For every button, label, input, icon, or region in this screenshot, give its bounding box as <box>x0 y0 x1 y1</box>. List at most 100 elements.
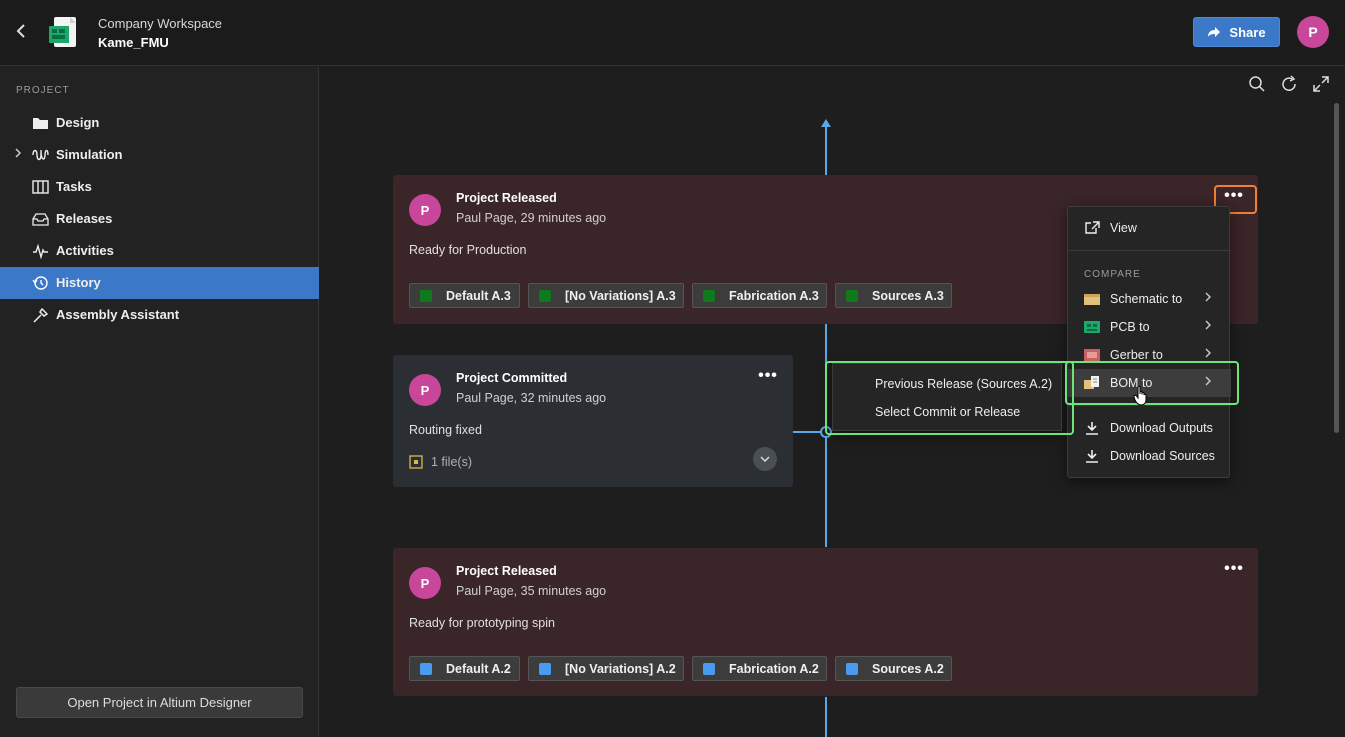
menu-item-bom[interactable]: BOM to <box>1068 369 1231 397</box>
pulse-icon <box>33 243 48 259</box>
sidebar-item-assembly-assistant[interactable]: Assembly Assistant <box>0 299 319 331</box>
download-icon <box>1086 450 1098 463</box>
more-options-icon[interactable]: ••• <box>753 368 783 391</box>
expand-chevron-icon[interactable] <box>753 447 777 471</box>
sidebar-item-label: History <box>56 275 101 290</box>
context-menu: View COMPARE Schematic to PCB to Gerber … <box>1067 206 1231 478</box>
pcb-icon <box>1084 321 1100 333</box>
release-tag[interactable]: [No Variations] A.3 <box>528 283 684 308</box>
timeline-connector <box>793 431 823 433</box>
release-card: P Project Released Paul Page, 35 minutes… <box>393 548 1258 696</box>
files-indicator[interactable]: 1 file(s) <box>409 455 472 469</box>
tag-swatch <box>420 290 432 302</box>
tag-label: Default A.2 <box>446 661 511 676</box>
fullscreen-icon[interactable] <box>1312 75 1330 93</box>
event-title: Project Committed <box>456 371 568 385</box>
sidebar-item-design[interactable]: Design <box>0 107 319 139</box>
tag-label: Sources A.3 <box>872 288 944 303</box>
menu-item-label: Schematic to <box>1110 292 1183 306</box>
chevron-right-icon <box>1204 375 1212 390</box>
release-tag[interactable]: Default A.3 <box>409 283 520 308</box>
menu-item-download-outputs[interactable]: Download Outputs <box>1068 414 1231 442</box>
menu-item-label: Download Outputs <box>1110 421 1213 435</box>
top-bar: Company Workspace Kame_FMU Share P <box>0 0 1345 66</box>
chevron-right-icon <box>1204 347 1212 362</box>
sidebar-item-label: Simulation <box>56 147 123 162</box>
timeline-line <box>825 697 827 737</box>
release-tag[interactable]: [No Variations] A.2 <box>528 656 684 681</box>
release-tag[interactable]: Fabrication A.2 <box>692 656 827 681</box>
menu-item-gerber[interactable]: Gerber to <box>1068 341 1231 369</box>
avatar: P <box>409 194 441 226</box>
back-chevron-icon[interactable] <box>14 22 34 42</box>
sidebar-item-label: Activities <box>56 243 114 258</box>
release-tag[interactable]: Fabrication A.3 <box>692 283 827 308</box>
tag-label: [No Variations] A.2 <box>565 661 676 676</box>
menu-item-label: Download Sources <box>1110 449 1215 463</box>
history-canvas: P Project Released Paul Page, 29 minutes… <box>320 67 1345 737</box>
event-title: Project Released <box>456 564 557 578</box>
inbox-icon <box>32 213 49 226</box>
sidebar-item-simulation[interactable]: Simulation <box>0 139 319 171</box>
sidebar-item-label: Releases <box>56 211 113 226</box>
tag-swatch <box>846 663 858 675</box>
file-icon <box>409 455 423 469</box>
tag-label: Fabrication A.2 <box>729 661 819 676</box>
release-tag[interactable]: Default A.2 <box>409 656 520 681</box>
project-board-icon <box>46 15 80 49</box>
timeline-line <box>825 125 827 175</box>
tag-label: Fabrication A.3 <box>729 288 819 303</box>
tag-swatch <box>539 290 551 302</box>
event-description: Routing fixed <box>409 423 482 437</box>
chevron-right-icon[interactable] <box>14 147 22 162</box>
sidebar-item-releases[interactable]: Releases <box>0 203 319 235</box>
history-icon <box>32 276 48 290</box>
bom-submenu: Previous Release (Sources A.2) Select Co… <box>832 363 1062 431</box>
event-subtitle: Paul Page, 35 minutes ago <box>456 584 607 598</box>
event-subtitle: Paul Page, 29 minutes ago <box>456 211 607 225</box>
tag-swatch <box>539 663 551 675</box>
project-name: Kame_FMU <box>98 35 169 50</box>
submenu-item-previous-release[interactable]: Previous Release (Sources A.2) <box>833 370 1063 398</box>
tag-label: [No Variations] A.3 <box>565 288 676 303</box>
event-description: Ready for prototyping spin <box>409 616 555 630</box>
chevron-right-icon <box>1204 291 1212 306</box>
avatar: P <box>409 567 441 599</box>
event-subtitle: Paul Page, 32 minutes ago <box>456 391 607 405</box>
menu-item-download-sources[interactable]: Download Sources <box>1068 442 1231 470</box>
sidebar-item-history[interactable]: History <box>0 267 319 299</box>
release-tag[interactable]: Sources A.2 <box>835 656 952 681</box>
refresh-icon[interactable] <box>1280 75 1298 93</box>
release-tag[interactable]: Sources A.3 <box>835 283 952 308</box>
tag-swatch <box>420 663 432 675</box>
external-link-icon <box>1085 221 1100 234</box>
menu-item-pcb[interactable]: PCB to <box>1068 313 1231 341</box>
tag-label: Default A.3 <box>446 288 511 303</box>
board-icon <box>32 180 49 194</box>
menu-item-view[interactable]: View <box>1068 214 1231 242</box>
timeline-node[interactable] <box>820 426 832 438</box>
files-count: 1 file(s) <box>431 455 472 469</box>
open-in-altium-button[interactable]: Open Project in Altium Designer <box>16 687 303 718</box>
vertical-scrollbar[interactable] <box>1334 103 1339 433</box>
share-button[interactable]: Share <box>1193 17 1280 47</box>
user-avatar[interactable]: P <box>1297 16 1329 48</box>
waveform-icon <box>32 149 49 161</box>
share-label: Share <box>1229 24 1266 40</box>
menu-item-schematic[interactable]: Schematic to <box>1068 285 1231 313</box>
download-icon <box>1086 422 1098 435</box>
menu-divider <box>1068 250 1231 251</box>
sidebar-item-activities[interactable]: Activities <box>0 235 319 267</box>
sidebar-item-tasks[interactable]: Tasks <box>0 171 319 203</box>
tag-swatch <box>703 663 715 675</box>
hand-cursor-icon <box>1133 385 1147 406</box>
search-icon[interactable] <box>1248 75 1266 93</box>
event-title: Project Released <box>456 191 557 205</box>
sidebar-item-label: Tasks <box>56 179 92 194</box>
menu-item-label: Gerber to <box>1110 348 1163 362</box>
tag-swatch <box>846 290 858 302</box>
folder-icon <box>33 118 48 129</box>
submenu-item-select-commit[interactable]: Select Commit or Release <box>833 398 1063 426</box>
sidebar-section-label: PROJECT <box>16 85 70 96</box>
more-options-icon[interactable]: ••• <box>1219 561 1249 584</box>
